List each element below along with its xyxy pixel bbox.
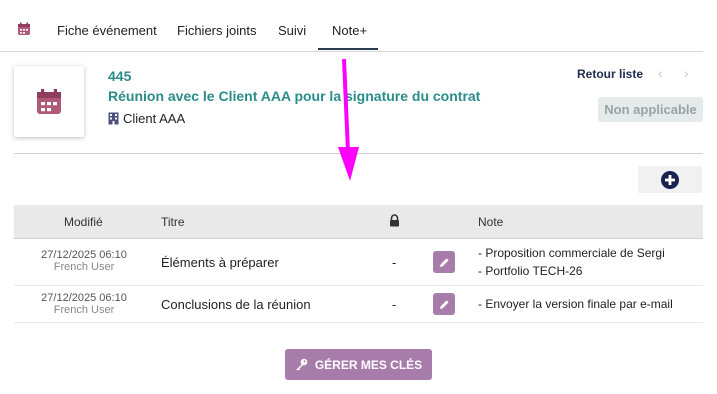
- note-line: - Envoyer la version finale par e-mail: [478, 297, 673, 311]
- event-ref: 445: [108, 68, 132, 84]
- table-row[interactable]: 27/12/2025 06:10 French User Éléments à …: [14, 239, 703, 286]
- status-badge: Non applicable: [598, 97, 703, 122]
- key-icon: [296, 358, 308, 371]
- modified-user: French User: [53, 304, 115, 316]
- lock-value: -: [392, 255, 397, 270]
- lock-icon: [389, 214, 400, 230]
- event-title: Réunion avec le Client AAA pour la signa…: [108, 88, 481, 104]
- modified-date: 27/12/2025 06:10: [41, 292, 127, 304]
- edit-button[interactable]: [433, 251, 455, 273]
- add-note-button[interactable]: [638, 166, 702, 193]
- tab-note-plus[interactable]: Note+: [332, 23, 367, 38]
- note-title[interactable]: Éléments à préparer: [161, 255, 279, 270]
- column-header-titre[interactable]: Titre: [161, 215, 185, 229]
- tab-fiche-evenement[interactable]: Fiche événement: [57, 23, 157, 38]
- note-line: - Proposition commerciale de Sergi: [478, 246, 665, 260]
- edit-button[interactable]: [433, 293, 455, 315]
- previous-icon[interactable]: ‹: [658, 65, 663, 81]
- modified-user: French User: [53, 261, 115, 273]
- note-content: - Envoyer la version finale par e-mail: [478, 295, 673, 313]
- lock-value: -: [392, 297, 397, 312]
- pencil-icon: [439, 257, 449, 267]
- next-icon[interactable]: ›: [684, 65, 689, 81]
- tab-bar: Fiche événement Fichiers joints Suivi No…: [0, 0, 703, 52]
- client-name: Client AAA: [123, 111, 186, 126]
- notes-table: Modifié Titre Note 27/12/2025 06:10 Fren…: [14, 205, 703, 323]
- manage-keys-button[interactable]: GÉRER MES CLÉS: [285, 349, 432, 380]
- column-header-note[interactable]: Note: [478, 215, 503, 229]
- building-icon: [108, 112, 119, 125]
- note-content: - Proposition commerciale de Sergi - Por…: [478, 244, 665, 280]
- tab-fichiers-joints[interactable]: Fichiers joints: [177, 23, 256, 38]
- client-link[interactable]: Client AAA: [108, 111, 185, 126]
- tab-suivi[interactable]: Suivi: [278, 23, 306, 38]
- table-header: Modifié Titre Note: [14, 205, 703, 239]
- pencil-icon: [439, 299, 449, 309]
- annotation-arrow: [338, 58, 359, 181]
- plus-circle-icon: [661, 170, 679, 189]
- back-to-list-link[interactable]: Retour liste: [577, 67, 643, 81]
- table-row[interactable]: 27/12/2025 06:10 French User Conclusions…: [14, 286, 703, 323]
- modified-cell: 27/12/2025 06:10 French User: [14, 249, 154, 273]
- note-line: - Portfolio TECH-26: [478, 264, 583, 278]
- calendar-icon: [37, 88, 61, 114]
- note-title[interactable]: Conclusions de la réunion: [161, 297, 311, 312]
- modified-date: 27/12/2025 06:10: [41, 249, 127, 261]
- calendar-icon[interactable]: [17, 22, 31, 36]
- modified-cell: 27/12/2025 06:10 French User: [14, 292, 154, 316]
- manage-keys-label: GÉRER MES CLÉS: [314, 357, 423, 372]
- column-header-modifie[interactable]: Modifié: [64, 215, 103, 229]
- event-thumbnail: [14, 66, 84, 137]
- active-tab-indicator: [318, 48, 378, 50]
